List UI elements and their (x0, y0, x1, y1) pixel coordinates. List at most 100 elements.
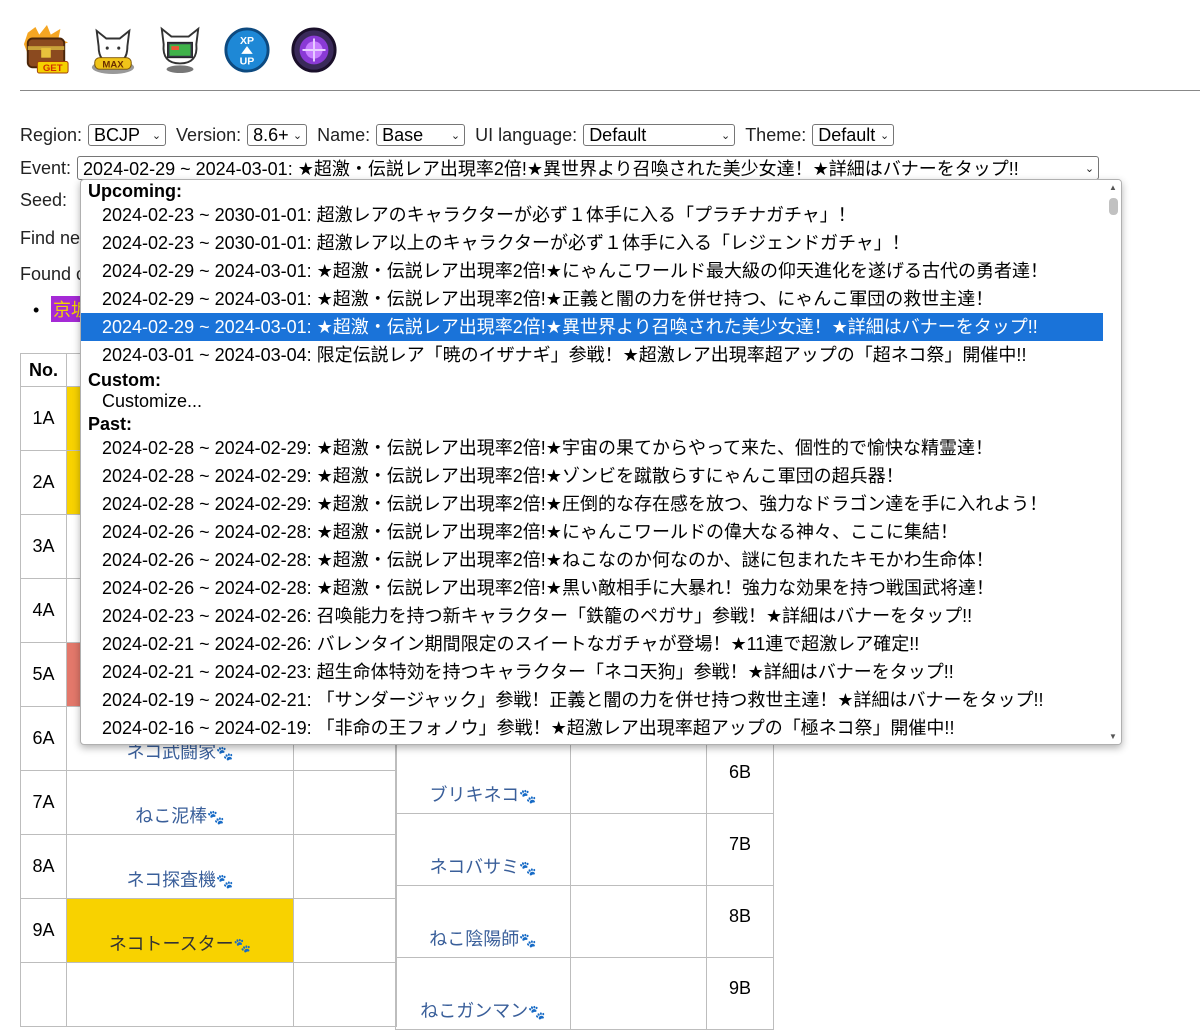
event-option[interactable]: 2024-02-19 ~ 2024-02-21: 「サンダージャック」参戦！正義… (81, 686, 1103, 714)
row-number: 8A (20, 834, 67, 899)
row-number: 5A (20, 642, 67, 707)
ui-language-label: UI language: (475, 124, 578, 145)
unit-cell[interactable]: ブリキネコ🐾 (395, 741, 571, 814)
divider (20, 90, 1200, 91)
event-row: Event: 2024-02-29 ~ 2024-03-01: ★超激・伝説レア… (20, 156, 1109, 180)
event-option[interactable]: 2024-02-21 ~ 2024-02-26: バレンタイン期間限定のスイート… (81, 630, 1103, 658)
table-row (20, 962, 397, 1027)
unit-name[interactable]: ねこガンマン (420, 1001, 528, 1021)
unit-cell[interactable]: ねこガンマン🐾 (395, 957, 571, 1030)
ui-language-select[interactable]: Default ⌄ (583, 124, 736, 146)
bullet: • (33, 300, 40, 320)
scrollbar[interactable]: ▲ ▼ (1105, 180, 1121, 744)
found-text: Found c (20, 264, 86, 284)
event-select[interactable]: 2024-02-29 ~ 2024-03-01: ★超激・伝説レア出現率2倍!★… (77, 156, 1100, 180)
unit-name[interactable]: ねこ泥棒 (135, 806, 207, 826)
event-option[interactable]: 2024-02-28 ~ 2024-02-29: ★超激・伝説レア出現率2倍!★… (81, 490, 1103, 518)
cat-computer-icon[interactable] (156, 24, 204, 76)
unit-name[interactable]: ブリキネコ (429, 785, 519, 805)
event-option[interactable]: 2024-02-29 ~ 2024-03-01: ★超激・伝説レア出現率2倍!★… (81, 257, 1103, 285)
table-row: ネコバサミ🐾 7B (395, 813, 774, 886)
seed-label: Seed: (20, 190, 68, 210)
event-option[interactable]: 2024-02-26 ~ 2024-02-28: ★超激・伝説レア出現率2倍!★… (81, 546, 1103, 574)
scroll-down-icon[interactable]: ▼ (1109, 732, 1117, 741)
row-number: 9B (706, 957, 774, 1030)
purple-orb-icon[interactable] (290, 24, 338, 76)
table-row: 8A ネコ探査機🐾 (20, 834, 397, 899)
table-row: ねこガンマン🐾 9B (395, 957, 774, 1030)
unit-name[interactable]: ネコバサミ (429, 857, 519, 877)
empty-cell (293, 898, 397, 963)
treasure-get-icon[interactable]: GET (22, 24, 70, 76)
row-number: 7A (20, 770, 67, 835)
empty-cell (293, 834, 397, 899)
event-option[interactable]: 2024-02-28 ~ 2024-02-29: ★超激・伝説レア出現率2倍!★… (81, 462, 1103, 490)
toolbar-icons: GET MAX XP UP (22, 24, 338, 76)
find-text: Find ne (20, 228, 81, 248)
row-number: 3A (20, 514, 67, 579)
svg-text:GET: GET (43, 63, 63, 74)
optgroup-label: Upcoming: (88, 181, 182, 201)
paw-icon: 🐾 (216, 745, 234, 761)
chevron-down-icon: ⌄ (151, 129, 162, 142)
unit-cell[interactable]: ねこ泥棒🐾 (66, 770, 294, 835)
event-option[interactable]: 2024-02-26 ~ 2024-02-28: ★超激・伝説レア出現率2倍!★… (81, 574, 1103, 602)
gacha-table-b: ブリキネコ🐾 6B ネコバサミ🐾 7B ねこ陰陽師🐾 8B ねこガンマン🐾 9B (395, 741, 774, 1030)
table-row: ねこ陰陽師🐾 8B (395, 885, 774, 958)
svg-text:UP: UP (240, 55, 255, 67)
ui-language-value: Default (589, 124, 647, 145)
event-options: Upcoming: 2024-02-23 ~ 2030-01-01: 超激レアのキ… (81, 180, 1103, 742)
event-dropdown[interactable]: Upcoming: 2024-02-23 ~ 2030-01-01: 超激レアのキ… (80, 179, 1122, 745)
unit-name[interactable]: ネコ探査機 (126, 870, 216, 890)
table-row: 7A ねこ泥棒🐾 (20, 770, 397, 835)
unit-cell[interactable]: ネコ探査機🐾 (66, 834, 294, 899)
unit-cell[interactable]: ねこ陰陽師🐾 (395, 885, 571, 958)
xp-up-icon[interactable]: XP UP (223, 24, 271, 76)
row-number: 7B (706, 813, 774, 886)
event-option[interactable]: 2024-02-21 ~ 2024-02-23: 超生命体特効を持つキャラクター… (81, 658, 1103, 686)
scrollbar-thumb[interactable] (1109, 198, 1118, 215)
table-row: 9A ネコトースター🐾 (20, 898, 397, 963)
name-value: Base (382, 124, 424, 145)
event-value: 2024-02-29 ~ 2024-03-01: ★超激・伝説レア出現率2倍!★… (83, 159, 1019, 179)
chevron-down-icon: ⌄ (880, 129, 890, 142)
event-option[interactable]: 2024-02-28 ~ 2024-02-29: ★超激・伝説レア出現率2倍!★… (81, 434, 1103, 462)
row-number: 4A (20, 578, 67, 643)
version-value: 8.6+ (253, 124, 289, 145)
unit-name[interactable]: ネコ武闘家 (126, 742, 216, 762)
region-select[interactable]: BCJP ⌄ (88, 124, 167, 146)
empty-cell (293, 962, 397, 1027)
name-select[interactable]: Base ⌄ (376, 124, 466, 146)
row-number: 1A (20, 386, 67, 451)
selected-event-option[interactable]: 2024-02-29 ~ 2024-03-01: ★超激・伝説レア出現率2倍!★… (81, 313, 1103, 341)
chevron-down-icon: ⌄ (292, 129, 303, 142)
empty-cell (570, 957, 707, 1030)
event-option[interactable]: 2024-02-23 ~ 2030-01-01: 超激レア以上のキャラクターが必… (81, 229, 1103, 257)
event-option[interactable]: Customize... (81, 390, 1103, 412)
event-option[interactable]: 2024-03-01 ~ 2024-03-04: 限定伝説レア「暁のイザナギ」参… (81, 341, 1103, 369)
row-number: 8B (706, 885, 774, 958)
empty-cell (570, 885, 707, 958)
chevron-down-icon: ⌄ (1084, 162, 1095, 175)
cat-max-icon[interactable]: MAX (89, 24, 137, 76)
unit-cell[interactable]: ネコトースター🐾 (66, 898, 294, 963)
unit-cell[interactable] (66, 962, 294, 1027)
event-option[interactable]: 2024-02-29 ~ 2024-03-01: ★超激・伝説レア出現率2倍!★… (81, 285, 1103, 313)
table-row: ブリキネコ🐾 6B (395, 741, 774, 814)
event-option[interactable]: 2024-02-23 ~ 2030-01-01: 超激レアのキャラクターが必ず１… (81, 201, 1103, 229)
theme-value: Default (818, 124, 876, 145)
scroll-up-icon[interactable]: ▲ (1109, 183, 1117, 192)
column-header-no: No. (20, 353, 67, 387)
unit-cell[interactable]: ネコバサミ🐾 (395, 813, 571, 886)
region-value: BCJP (94, 124, 141, 145)
theme-select[interactable]: Default ⌄ (812, 124, 895, 146)
event-option[interactable]: 2024-02-26 ~ 2024-02-28: ★超激・伝説レア出現率2倍!★… (81, 518, 1103, 546)
row-number: 6A (20, 706, 67, 771)
unit-name[interactable]: ネコトースター (109, 934, 234, 954)
name-label: Name: (317, 124, 371, 145)
paw-icon: 🐾 (233, 937, 252, 953)
event-option[interactable]: 2024-02-23 ~ 2024-02-26: 召喚能力を持つ新キャラクター「… (81, 602, 1103, 630)
event-option[interactable]: 2024-02-16 ~ 2024-02-19: 「非命の王フォノウ」参戦！★超… (81, 714, 1103, 742)
version-select[interactable]: 8.6+ ⌄ (247, 124, 308, 146)
unit-name[interactable]: ねこ陰陽師 (429, 929, 519, 949)
